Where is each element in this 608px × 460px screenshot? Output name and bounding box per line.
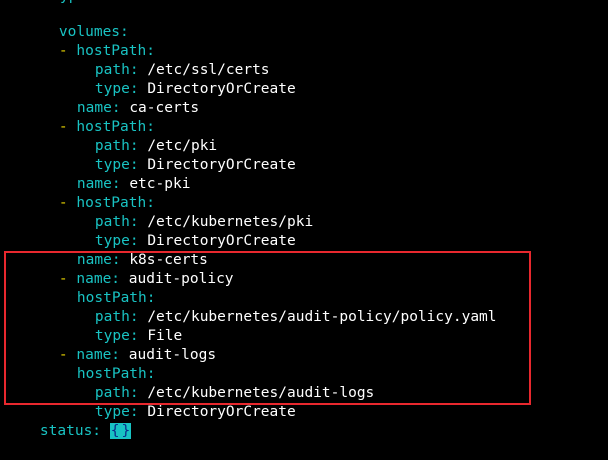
yaml-line: path: /etc/kubernetes/pki: [60, 194, 313, 230]
yaml-line: type: DirectoryOrCreate: [60, 137, 296, 173]
yaml-line: type: DirectoryOrCreate: [60, 384, 296, 420]
yaml-line: type: DirectoryOrCreate: [60, 213, 296, 249]
yaml-line: - name: audit-policy: [24, 251, 234, 287]
yaml-line: - hostPath:: [24, 175, 155, 211]
yaml-line: path: /etc/pki: [60, 118, 217, 154]
yaml-value: DirectoryOrCreate: [147, 404, 296, 420]
yaml-line: type: DirectoryOrCreate: [60, 61, 296, 97]
yaml-line: type: File: [60, 308, 182, 344]
yaml-line-volumes: volumes:: [24, 4, 129, 40]
yaml-line: hostPath:: [42, 346, 156, 382]
yaml-line: path: /etc/kubernetes/audit-policy/polic…: [60, 289, 497, 325]
yaml-line: - hostPath:: [24, 23, 155, 59]
yaml-line: name: etc-pki: [42, 156, 191, 192]
yaml-line: name: k8s-certs: [42, 232, 208, 268]
yaml-line: - name: audit-logs: [24, 327, 216, 363]
status-brace-open: {: [109, 423, 121, 439]
status-brace-close-cursor[interactable]: }: [120, 423, 132, 439]
yaml-line-status: status: {}: [5, 403, 132, 439]
yaml-value: /etc/kubernetes/audit-policy/policy.yaml: [147, 309, 497, 325]
terminal-window[interactable]: yp volumes: - hostPath: path: /etc/ssl/c…: [0, 0, 608, 439]
yaml-line: - hostPath:: [24, 99, 155, 135]
yaml-line: name: ca-certs: [42, 80, 199, 116]
yaml-line: hostPath:: [42, 270, 156, 306]
yaml-key: status:: [39, 423, 102, 439]
yaml-line: path: /etc/ssl/certs: [60, 42, 270, 78]
yaml-line: path: /etc/kubernetes/audit-logs: [60, 365, 374, 401]
